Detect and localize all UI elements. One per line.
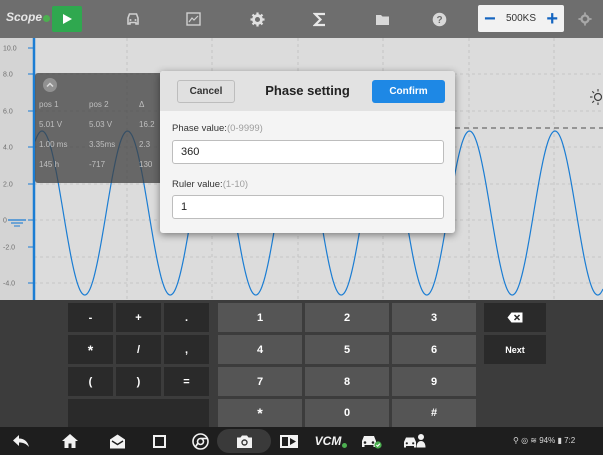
- key-4[interactable]: 4: [218, 335, 302, 364]
- phase-value-input[interactable]: 360: [172, 140, 444, 164]
- browser-button[interactable]: [188, 430, 212, 452]
- svg-text:?: ?: [436, 15, 442, 26]
- window-icon: [152, 434, 166, 448]
- gear-icon: [249, 11, 265, 27]
- key-6[interactable]: 6: [392, 335, 476, 364]
- files-button[interactable]: [362, 4, 402, 34]
- numeric-keyboard: - + . * / , ( ) = 1 2 3 4 5 6 7 8 9 * 0 …: [0, 300, 603, 427]
- top-toolbar: Scope ? − 500KS +: [0, 0, 603, 38]
- math-button[interactable]: [300, 4, 340, 34]
- plus-icon[interactable]: +: [546, 9, 558, 29]
- ruler-value-input[interactable]: 1: [172, 195, 444, 219]
- key-open-paren[interactable]: (: [68, 367, 113, 396]
- vcm-icon: VCM: [314, 434, 342, 448]
- ruler-range-hint: (1-10): [222, 179, 249, 190]
- play-button[interactable]: [52, 6, 82, 32]
- logo-dot: [43, 15, 51, 22]
- ruler-label-text: Ruler value:: [172, 179, 223, 190]
- status-bar-tray: ⚲ ◎ ≋ 94% ▮ 7:2: [513, 436, 576, 445]
- settings-gear-button[interactable]: [237, 4, 277, 34]
- screen-record-button[interactable]: [277, 430, 301, 452]
- camera-icon: [236, 435, 252, 448]
- key-equals[interactable]: =: [164, 367, 209, 396]
- key-1[interactable]: 1: [218, 303, 302, 332]
- chart-icon: [185, 12, 201, 26]
- settings-icon: [578, 12, 592, 26]
- folder-icon: [375, 14, 389, 25]
- minus-icon[interactable]: −: [484, 9, 496, 29]
- chrome-icon: [191, 432, 209, 450]
- key-plus[interactable]: +: [116, 303, 161, 332]
- ruler-value-label: Ruler value:(1-10): [172, 179, 248, 190]
- vehicle-check-button[interactable]: [358, 430, 384, 452]
- phase-range-hint: (0-9999): [226, 123, 263, 134]
- vehicle-button[interactable]: [113, 4, 153, 34]
- phase-setting-dialog: Cancel Phase setting Confirm Phase value…: [160, 71, 455, 233]
- vcm-button[interactable]: VCM: [314, 430, 348, 452]
- envelope-icon: [109, 434, 125, 448]
- backspace-icon: [507, 312, 523, 323]
- recent-apps-button[interactable]: [147, 430, 171, 452]
- phase-value-label: Phase value:(0-9999): [172, 123, 263, 134]
- key-slash[interactable]: /: [116, 335, 161, 364]
- screen-record-icon: [280, 434, 298, 448]
- key-star[interactable]: *: [218, 399, 302, 427]
- data-view-button[interactable]: [173, 4, 213, 34]
- help-button[interactable]: ?: [419, 4, 459, 34]
- screenshot-button[interactable]: [217, 429, 271, 453]
- key-close-paren[interactable]: ): [116, 367, 161, 396]
- key-hash[interactable]: #: [392, 399, 476, 427]
- scope-logo: Scope: [6, 10, 51, 24]
- back-icon: [13, 435, 29, 447]
- key-period[interactable]: .: [164, 303, 209, 332]
- help-icon: ?: [432, 12, 446, 26]
- back-button[interactable]: [10, 430, 32, 452]
- car-check-icon: [362, 436, 382, 449]
- dialog-title: Phase setting: [265, 83, 350, 98]
- key-comma[interactable]: ,: [164, 335, 209, 364]
- phase-label-text: Phase value:: [172, 123, 227, 134]
- system-nav-bar: VCM ⚲ ◎ ≋ 94% ▮ 7:2: [0, 427, 603, 455]
- key-7[interactable]: 7: [218, 367, 302, 396]
- logo-text: Scope: [6, 10, 43, 24]
- inbox-button[interactable]: [105, 430, 129, 452]
- key-0[interactable]: 0: [305, 399, 389, 427]
- key-8[interactable]: 8: [305, 367, 389, 396]
- home-button[interactable]: [58, 430, 82, 452]
- key-3[interactable]: 3: [392, 303, 476, 332]
- backspace-button[interactable]: [484, 303, 546, 332]
- car-icon: [127, 13, 139, 25]
- next-button[interactable]: Next: [484, 335, 546, 364]
- key-2[interactable]: 2: [305, 303, 389, 332]
- play-icon: [63, 14, 72, 24]
- key-minus[interactable]: -: [68, 303, 113, 332]
- home-icon: [62, 434, 78, 448]
- car-user-icon: [404, 434, 426, 448]
- key-9[interactable]: 9: [392, 367, 476, 396]
- sigma-icon: [313, 12, 325, 26]
- timebase-value: 500KS: [505, 13, 537, 24]
- user-vehicle-button[interactable]: [400, 430, 430, 452]
- cancel-button[interactable]: Cancel: [177, 80, 235, 103]
- vcm-status-dot: [342, 442, 348, 448]
- confirm-button[interactable]: Confirm: [372, 80, 445, 103]
- key-5[interactable]: 5: [305, 335, 389, 364]
- channel-settings-button[interactable]: [570, 4, 600, 34]
- key-asterisk[interactable]: *: [68, 335, 113, 364]
- key-space[interactable]: [68, 399, 209, 427]
- timebase-control: − 500KS +: [478, 5, 564, 32]
